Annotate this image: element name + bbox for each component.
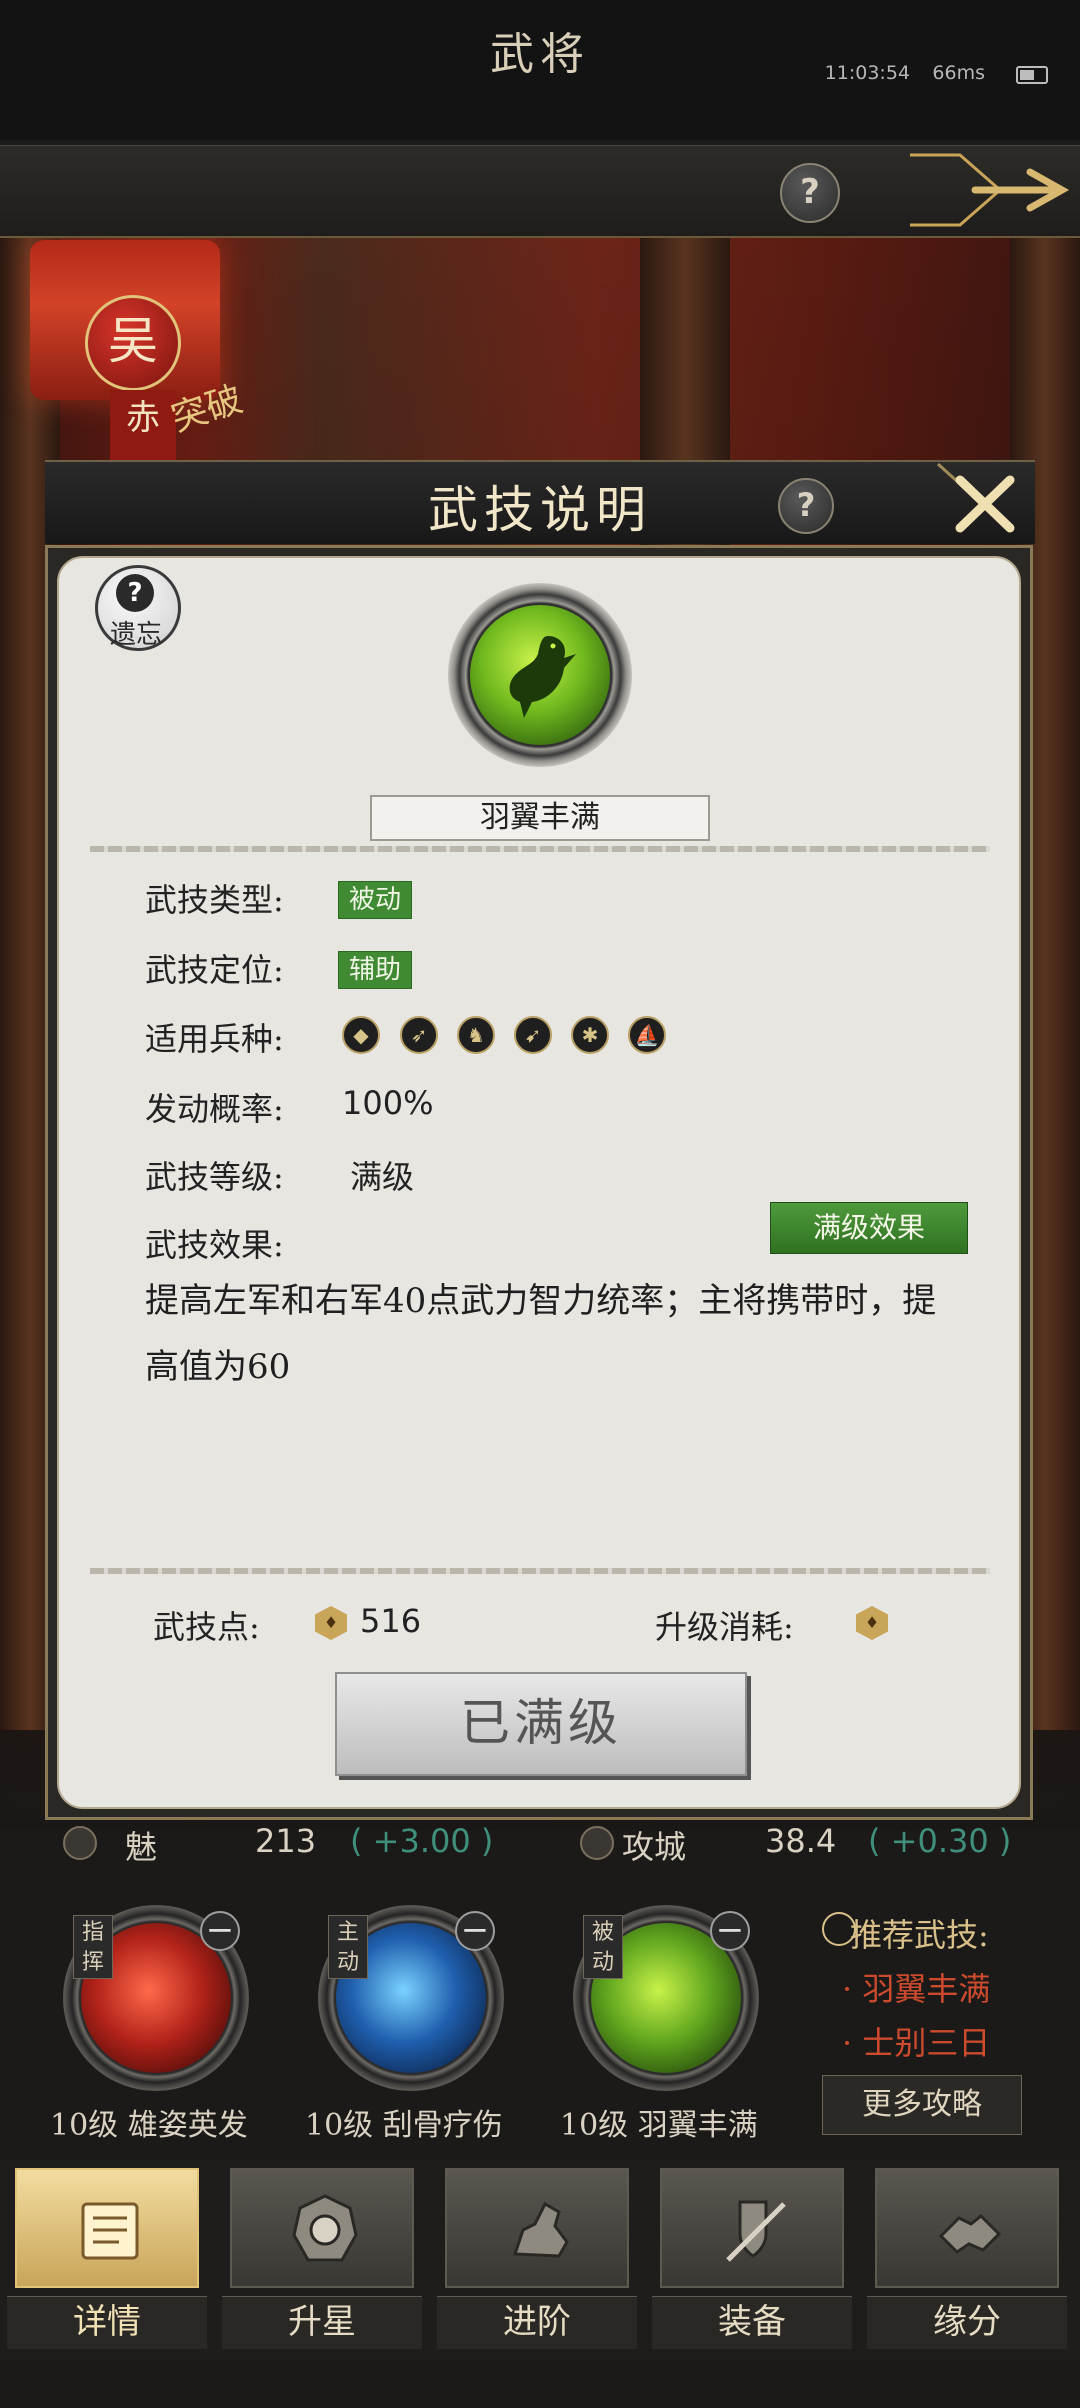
charm-icon <box>63 1826 97 1860</box>
nav-card <box>875 2168 1059 2288</box>
recommend-item[interactable]: · 羽翼丰满 <box>842 1964 990 2010</box>
arrow-right-icon <box>910 153 1070 227</box>
skill-name: 羽翼丰满 <box>480 800 600 835</box>
nav-card <box>660 2168 844 2288</box>
siege-bonus: ( +0.30 ) <box>868 1822 1012 1860</box>
dialog-help-icon[interactable]: ? <box>778 478 834 534</box>
recommend-item[interactable]: · 士别三日 <box>842 2018 990 2064</box>
level-value: 满级 <box>350 1158 415 1196</box>
nav-label: 缘分 <box>867 2296 1067 2349</box>
bagua-icon <box>292 2194 358 2262</box>
role-tag: 辅助 <box>338 951 413 989</box>
max-effect-button[interactable]: 满级效果 <box>770 1202 968 1254</box>
remove-skill-1-button[interactable]: − <box>200 1911 240 1951</box>
handshake-icon <box>938 2213 1002 2254</box>
skill-caption-1: 10级 雄姿英发 <box>50 2108 248 2143</box>
skill-caption-2: 10级 刮骨疗伤 <box>305 2108 503 2143</box>
rate-value: 100% <box>342 1084 434 1122</box>
dialog-title: 武技说明 <box>428 481 652 539</box>
effect-label: 武技效果: <box>145 1226 284 1264</box>
scroll-icon <box>81 2202 139 2260</box>
nav-label: 详情 <box>7 2296 207 2349</box>
more-guides-button[interactable]: 更多攻略 <box>822 2075 1022 2135</box>
ship-icon: ⛵ <box>628 1016 666 1054</box>
skill-type-1: 指挥 <box>73 1915 113 1979</box>
forget-label: 遗忘 <box>109 620 162 650</box>
maxed-button[interactable]: 已满级 <box>335 1672 747 1776</box>
rate-label: 发动概率: <box>145 1090 284 1128</box>
shield-sword-icon <box>726 2200 786 2262</box>
spear-icon: ➶ <box>400 1016 438 1054</box>
points-label: 武技点: <box>153 1608 260 1646</box>
bow-icon: ➹ <box>514 1016 552 1054</box>
units-label: 适用兵种: <box>145 1020 284 1058</box>
charm-bonus: ( +3.00 ) <box>350 1822 494 1860</box>
nav-star-up[interactable]: 升星 <box>222 2168 422 2356</box>
charm-value: 213 <box>255 1822 317 1860</box>
remove-skill-2-button[interactable]: − <box>455 1911 495 1951</box>
nav-label: 装备 <box>652 2296 852 2349</box>
remove-skill-3-button[interactable]: − <box>710 1911 750 1951</box>
nav-card <box>15 2168 199 2288</box>
skill-caption-3: 10级 羽翼丰满 <box>560 2108 758 2143</box>
nav-equipment[interactable]: 装备 <box>652 2168 852 2356</box>
skill-type-2: 主动 <box>328 1915 368 1979</box>
nav-advance[interactable]: 进阶 <box>437 2168 637 2356</box>
level-label: 武技等级: <box>145 1158 284 1196</box>
nav-details[interactable]: 详情 <box>7 2168 207 2356</box>
faction-badge: 吴 <box>85 295 181 391</box>
divider <box>90 846 990 852</box>
close-button[interactable] <box>930 462 1035 542</box>
help-icon[interactable]: ? <box>780 163 840 223</box>
siege-icon <box>580 1826 614 1860</box>
nav-fate[interactable]: 缘分 <box>867 2168 1067 2356</box>
role-label: 武技定位: <box>145 951 284 989</box>
nav-card <box>445 2168 629 2288</box>
nav-card <box>230 2168 414 2288</box>
question-icon: ? <box>116 574 154 612</box>
effect-description: 提高左军和右军40点武力智力统率；主将携带时，提高值为60 <box>145 1281 937 1387</box>
charm-label: 魅 <box>125 1828 158 1866</box>
type-label: 武技类型: <box>145 881 284 919</box>
back-button[interactable] <box>900 150 1080 230</box>
shield-icon: ◆ <box>342 1016 380 1054</box>
skill-type-3: 被动 <box>583 1915 623 1979</box>
points-value: 516 <box>360 1602 422 1640</box>
siege-value: 38.4 <box>765 1822 837 1860</box>
recommend-title: 推荐武技: <box>850 1916 989 1954</box>
nav-label: 进阶 <box>437 2296 637 2349</box>
cavalry-icon: ♞ <box>457 1016 495 1054</box>
beast-icon <box>512 2201 569 2258</box>
nav-label: 升星 <box>222 2296 422 2349</box>
type-tag: 被动 <box>338 881 413 919</box>
siege-label: 攻城 <box>622 1828 687 1866</box>
wheel-icon: ✱ <box>571 1016 609 1054</box>
page-title: 武将 <box>490 29 590 80</box>
bird-icon <box>509 636 576 718</box>
divider <box>90 1568 990 1574</box>
close-icon <box>936 462 1015 533</box>
cost-label: 升级消耗: <box>655 1608 794 1646</box>
